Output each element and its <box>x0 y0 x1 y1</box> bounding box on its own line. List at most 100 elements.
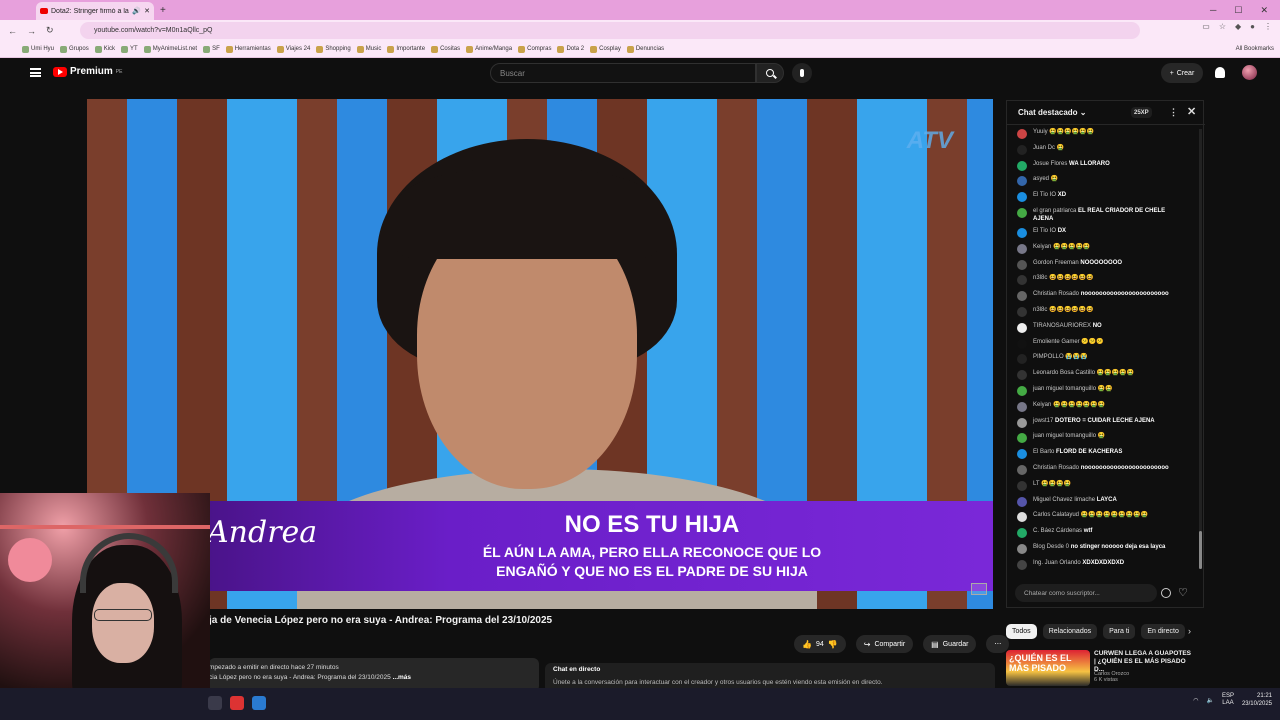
chat-author[interactable]: Yuuiy <box>1033 129 1048 135</box>
bookmark-item[interactable]: Music <box>356 45 381 53</box>
bookmark-item[interactable]: Grupos <box>60 45 89 53</box>
chat-avatar[interactable] <box>1017 227 1027 238</box>
filter-chip[interactable]: Relacionados <box>1042 624 1098 639</box>
chat-avatar[interactable] <box>1017 291 1027 302</box>
maximize-icon[interactable]: ☐ <box>1234 5 1242 16</box>
chat-avatar[interactable] <box>1017 559 1027 570</box>
bookmark-item[interactable]: Cosplay <box>590 45 621 53</box>
chat-avatar[interactable] <box>1017 433 1027 444</box>
back-icon[interactable]: ← <box>8 26 17 36</box>
chat-author[interactable]: Christian Rosado <box>1033 291 1079 297</box>
chat-author[interactable]: C. Báez Cárdenas <box>1033 528 1082 534</box>
browser-menu-icon[interactable]: ⋮ <box>1264 22 1272 31</box>
chat-author[interactable]: asyed <box>1033 176 1049 182</box>
chat-author[interactable]: Josue Flores <box>1033 161 1067 167</box>
chrome-taskbar-icon[interactable] <box>230 696 244 710</box>
show-more-link[interactable]: ...más <box>393 674 411 681</box>
search-input[interactable]: Buscar <box>490 63 756 83</box>
bookmark-item[interactable]: Denuncias <box>626 45 664 53</box>
chat-author[interactable]: Carlos Calatayud <box>1033 512 1079 518</box>
bookmark-item[interactable]: SF <box>203 45 220 53</box>
chat-author[interactable]: juan miguel tomanguillo <box>1033 386 1096 392</box>
clock[interactable]: 21:21 23/10/2025 <box>1242 692 1272 708</box>
chat-avatar[interactable] <box>1017 449 1027 460</box>
chat-scrollbar[interactable] <box>1199 129 1202 569</box>
bookmark-item[interactable]: Shopping <box>316 45 351 53</box>
recommended-video[interactable]: ¿QUIÉN ES EL MÁS PISADO CURWEN LLEGA A G… <box>1006 648 1204 688</box>
miniplayer-icon[interactable] <box>971 583 987 595</box>
bookmark-item[interactable]: Kick <box>94 45 115 53</box>
create-button[interactable]: + Crear <box>1161 63 1203 83</box>
bookmark-item[interactable]: Herramientas <box>225 45 271 53</box>
forward-icon[interactable]: → <box>27 26 36 36</box>
xp-badge[interactable]: 25XP <box>1131 107 1152 118</box>
chat-avatar[interactable] <box>1017 354 1027 365</box>
heart-icon[interactable]: ♡ <box>1178 586 1188 599</box>
language-indicator[interactable]: ESP LAA <box>1222 693 1234 707</box>
chat-input[interactable]: Chatear como suscriptor... <box>1015 584 1157 602</box>
bookmark-item[interactable]: Umi Hyu <box>22 45 54 53</box>
filter-chip[interactable]: En directo <box>1141 624 1185 639</box>
chat-avatar[interactable] <box>1017 275 1027 286</box>
browser-tab[interactable]: Dota2: Stringer firmó a la h 🔊 ✕ <box>36 2 154 20</box>
filter-chip[interactable]: Todos <box>1006 624 1037 639</box>
chevron-right-icon[interactable]: › <box>1188 626 1191 636</box>
video-description[interactable]: mpezado a emitir en directo hace 27 minu… <box>209 658 539 692</box>
chat-avatar[interactable] <box>1017 322 1027 333</box>
chat-close-icon[interactable]: ✕ <box>1187 105 1196 118</box>
chat-avatar[interactable] <box>1017 306 1027 317</box>
chat-author[interactable]: El Tio IO <box>1033 192 1056 198</box>
chat-avatar[interactable] <box>1017 528 1027 539</box>
chat-author[interactable]: Ing. Juan Orlando <box>1033 560 1081 566</box>
extension-icon[interactable]: ◆ <box>1235 22 1241 31</box>
chat-avatar[interactable] <box>1017 543 1027 554</box>
chat-author[interactable]: Juan Dc <box>1033 145 1055 151</box>
chat-avatar[interactable] <box>1017 176 1027 187</box>
chat-author[interactable]: LT <box>1033 481 1039 487</box>
emoji-icon[interactable] <box>1161 588 1171 598</box>
save-button[interactable]: ▤ Guardar <box>923 635 977 653</box>
like-button[interactable]: 👍 94 👎 <box>794 635 846 653</box>
chat-author[interactable]: Keiyan <box>1033 402 1051 408</box>
volume-icon[interactable]: 🔈 <box>1206 697 1213 704</box>
bookmark-item[interactable]: Compras <box>518 45 551 53</box>
chat-author[interactable]: juan miguel tomanguillo <box>1033 433 1096 439</box>
chat-avatar[interactable] <box>1017 496 1027 507</box>
hamburger-menu-icon[interactable] <box>30 68 41 77</box>
minimize-icon[interactable]: ─ <box>1210 5 1216 16</box>
notifications-bell-icon[interactable] <box>1215 67 1225 78</box>
voice-search-button[interactable] <box>792 63 812 83</box>
chat-author[interactable]: Gordon Freeman <box>1033 260 1079 266</box>
photos-taskbar-icon[interactable] <box>252 696 266 710</box>
bookmark-item[interactable]: Anime/Manga <box>466 45 512 53</box>
chat-avatar[interactable] <box>1017 129 1027 139</box>
chat-author[interactable]: n3l8c <box>1033 275 1047 281</box>
chat-avatar[interactable] <box>1017 417 1027 428</box>
chat-avatar[interactable] <box>1017 160 1027 171</box>
bookmark-item[interactable]: Dota 2 <box>557 45 584 53</box>
chat-author[interactable]: el gran patriarca <box>1033 208 1076 214</box>
chat-avatar[interactable] <box>1017 385 1027 396</box>
chat-author[interactable]: Emoliente Gamer <box>1033 339 1080 345</box>
chat-author[interactable]: Keiyan <box>1033 244 1051 250</box>
youtube-logo[interactable]: Premium PE <box>53 66 122 77</box>
chat-avatar[interactable] <box>1017 370 1027 381</box>
chat-author[interactable]: Miguel Chavez limache <box>1033 497 1095 503</box>
wifi-icon[interactable]: ◠ <box>1193 697 1198 704</box>
chat-avatar[interactable] <box>1017 480 1027 491</box>
bookmark-item[interactable]: Cositas <box>431 45 460 53</box>
chat-author[interactable]: El Tio IO <box>1033 228 1056 234</box>
chat-author[interactable]: TIRANOSAURIOREX <box>1033 323 1091 329</box>
chat-author[interactable]: PIMPOLLO <box>1033 354 1064 360</box>
new-tab-button[interactable]: + <box>160 5 166 16</box>
chat-author[interactable]: El Barto <box>1033 449 1054 455</box>
chat-author[interactable]: Leonardo Bosa Castillo <box>1033 370 1095 376</box>
share-button[interactable]: ↪ Compartir <box>855 635 914 653</box>
tab-close-icon[interactable]: ✕ <box>144 7 150 15</box>
bookmark-item[interactable]: YT <box>121 45 138 53</box>
chat-avatar[interactable] <box>1017 338 1027 349</box>
chat-author[interactable]: n3l8c <box>1033 307 1047 313</box>
filter-chip[interactable]: Para ti <box>1103 624 1136 639</box>
chat-author[interactable]: Blog Desde 0 <box>1033 544 1069 550</box>
bookmark-item[interactable]: Importante <box>387 45 425 53</box>
